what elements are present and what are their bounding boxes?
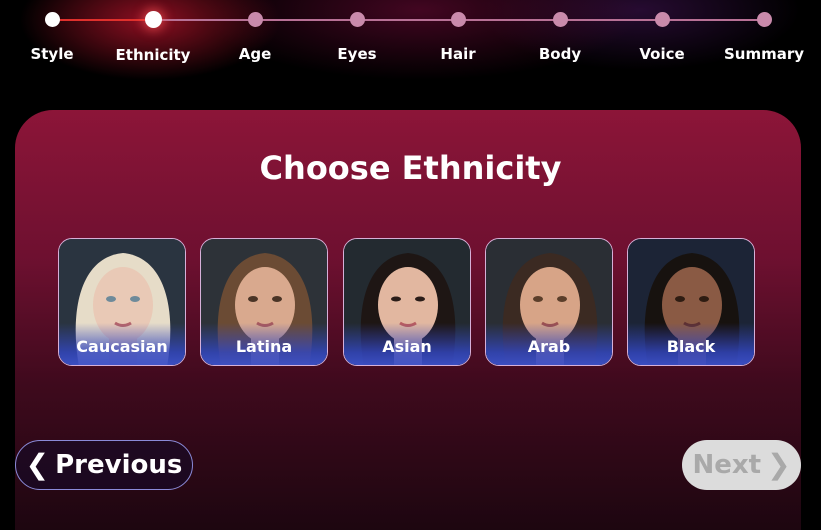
option-black[interactable]: Black [627,238,755,366]
previous-button[interactable]: ❮ Previous [15,440,193,490]
option-label: Black [666,337,716,356]
progress-stepper: Style Ethnicity Age Eyes Hair Body Voice… [0,0,821,80]
step-style[interactable]: Style [0,12,107,63]
step-dot [349,12,365,27]
step-dot [247,12,263,27]
option-caucasian[interactable]: Caucasian [58,238,186,366]
option-arab[interactable]: Arab [485,238,613,366]
step-ethnicity[interactable]: Ethnicity [98,11,208,64]
step-label: Voice [639,45,685,63]
step-body[interactable]: Body [505,12,615,63]
page-title: Choose Ethnicity [259,149,562,187]
next-label: Next [692,450,762,480]
step-dot [654,12,670,27]
step-dot [450,12,466,27]
step-dot [552,12,568,27]
next-button[interactable]: Next ❯ [682,440,801,490]
chevron-right-icon: ❯ [767,448,791,481]
option-latina[interactable]: Latina [200,238,328,366]
step-hair[interactable]: Hair [403,12,513,63]
chevron-left-icon: ❮ [25,448,50,481]
step-dot [144,11,162,28]
step-dot [756,12,772,27]
step-age[interactable]: Age [200,12,310,63]
step-label: Eyes [337,45,377,63]
step-label: Style [30,45,74,63]
step-summary[interactable]: Summary [709,12,819,63]
step-label: Summary [723,45,805,63]
option-label: Arab [527,337,571,356]
step-dot [44,12,60,27]
previous-label: Previous [55,450,183,480]
option-label: Caucasian [76,337,168,356]
option-label: Asian [382,337,432,356]
option-label: Latina [235,337,293,356]
step-label: Ethnicity [115,46,191,64]
step-label: Hair [440,45,476,63]
step-label: Body [538,45,582,63]
step-label: Age [238,45,272,63]
step-eyes[interactable]: Eyes [302,12,412,63]
step-voice[interactable]: Voice [607,12,717,63]
ethnicity-options: Caucasian Latina Asian Arab Black [58,238,758,370]
option-asian[interactable]: Asian [343,238,471,366]
